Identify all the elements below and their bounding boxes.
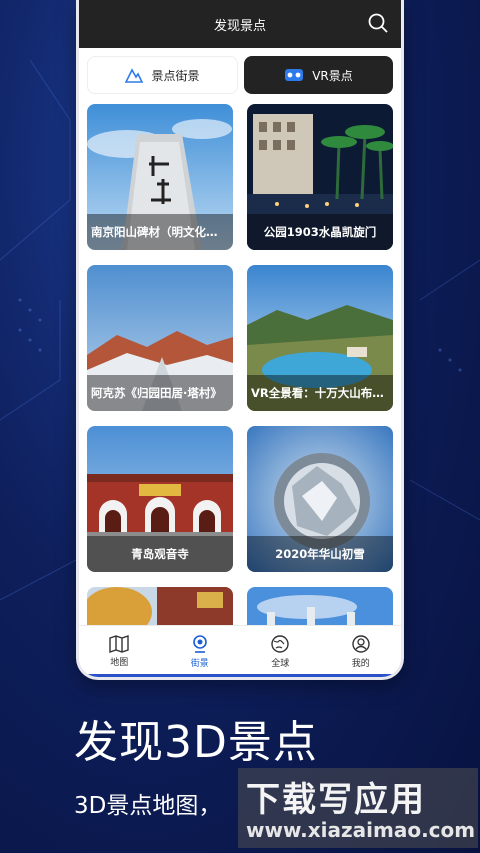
promo-subline: 3D景点地图， [74,793,222,819]
search-button[interactable] [367,12,389,34]
top-bar: 发现景点 [79,0,401,48]
vr-glasses-icon [285,69,304,81]
page-title: 发现景点 [213,18,266,34]
tab-bar: 景点街景 VR景点 [79,48,401,94]
tab-vr[interactable]: VR景点 [244,56,393,94]
scenic-card[interactable]: 青岛观音寺 [87,426,233,572]
map-icon [109,635,129,653]
nav-mine-label: 我的 [351,659,370,669]
tab-vr-label: VR景点 [312,68,353,83]
scenic-card[interactable]: 南京阳山碑材（明文化… [87,104,233,250]
card-caption: 阿克苏《归园田居·塔村》 [87,375,233,411]
tab-street-view[interactable]: 景点街景 [87,56,238,94]
scenic-card[interactable]: 2020年华山初雪 [247,426,393,572]
card-caption: VR全景看：十万大山布… [247,375,393,411]
card-caption: 青岛观音寺 [87,536,233,572]
streetview-icon [192,635,207,653]
nav-underline [79,674,401,677]
watermark: 下载写应用 www.xiazaimao.com [238,768,478,848]
card-caption: 2020年华山初雪 [247,536,393,572]
search-icon [368,13,388,33]
scenic-card[interactable]: VR全景看：十万大山布… [247,265,393,411]
nav-mine[interactable]: 我的 [321,626,402,677]
scenic-card[interactable]: 阿克苏《归园田居·塔村》 [87,265,233,411]
bottom-nav: 地图 街景 全球 我的 [79,625,401,677]
watermark-title: 下载写应用 [246,780,426,820]
card-caption: 公园1903水晶凯旋门 [247,214,393,250]
user-icon [352,635,370,653]
promo-headline: 发现3D景点 [74,717,318,768]
nav-map[interactable]: 地图 [79,626,160,677]
nav-globe[interactable]: 全球 [240,626,321,677]
scenic-card[interactable]: 公园1903水晶凯旋门 [247,104,393,250]
nav-streetview[interactable]: 街景 [160,626,241,677]
mountain-icon [125,68,144,83]
watermark-url: www.xiazaimao.com [246,818,476,842]
tab-street-view-label: 景点街景 [151,68,200,83]
nav-map-label: 地图 [110,658,129,668]
card-caption: 南京阳山碑材（明文化… [87,214,233,250]
scenic-grid: 南京阳山碑材（明文化… 公园1903水晶凯旋门 阿克苏《归园田居·塔村》 VR全… [79,94,401,677]
phone-mockup: 发现景点 景点街景 VR景点 南京阳山碑材（明文化… 公园1903水晶凯旋门 阿… [76,0,404,680]
globe-icon [271,635,289,653]
nav-streetview-label: 街景 [190,659,209,669]
nav-globe-label: 全球 [271,659,290,669]
